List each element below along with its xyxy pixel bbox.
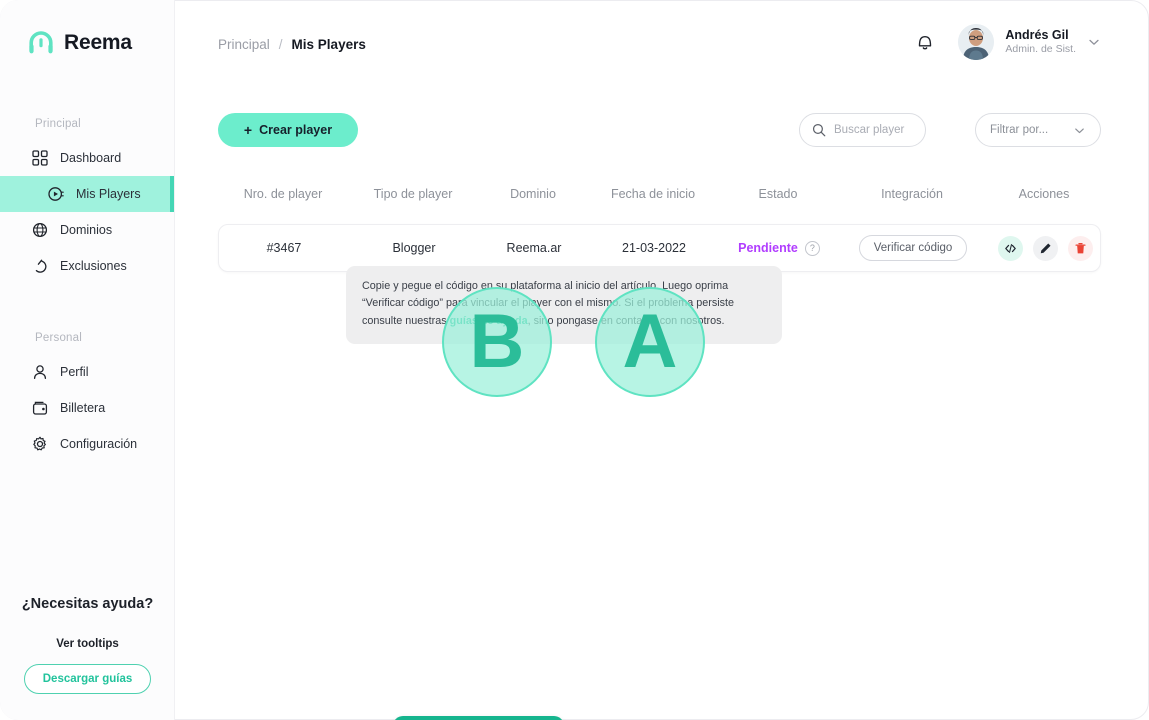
cell-fecha: 21-03-2022 xyxy=(622,241,686,255)
sidebar-item-dashboard[interactable]: Dashboard xyxy=(0,140,174,176)
filter-label: Filtrar por... xyxy=(990,124,1049,136)
cell-tipo: Blogger xyxy=(392,241,436,255)
headphone-arch-icon xyxy=(29,31,53,54)
sidebar-item-label: Dashboard xyxy=(60,151,122,165)
sidebar: Reema Principal Dashboard Mis Players Do… xyxy=(0,0,175,720)
sidebar-item-configuracion[interactable]: Configuración xyxy=(0,426,174,462)
help-title: ¿Necesitas ayuda? xyxy=(21,596,154,612)
app-root: Reema Principal Dashboard Mis Players Do… xyxy=(0,0,1149,720)
sidebar-item-label: Billetera xyxy=(60,401,106,415)
toolbar: + Crear player Filtrar por... xyxy=(218,113,1101,147)
sidebar-item-exclusiones[interactable]: Exclusiones xyxy=(0,248,174,284)
search-input[interactable] xyxy=(834,124,913,136)
question-mark-icon[interactable]: ? xyxy=(804,240,820,256)
play-circle-icon xyxy=(48,187,64,201)
filter-dropdown[interactable]: Filtrar por... xyxy=(975,113,1101,147)
search-icon xyxy=(812,123,826,137)
edit-button[interactable] xyxy=(1032,235,1058,261)
toast-notification: ✔ Player agregado xyxy=(393,716,564,720)
breadcrumb-separator: / xyxy=(278,37,283,52)
players-table: Nro. de player Tipo de player Dominio Fe… xyxy=(218,176,1101,272)
grid-icon xyxy=(32,150,48,166)
cell-integracion: Verificar código xyxy=(839,235,987,261)
help-block: ¿Necesitas ayuda? Ver tooltips Descargar… xyxy=(0,596,175,694)
wallet-icon xyxy=(32,401,48,415)
sidebar-item-dominios[interactable]: Dominios xyxy=(0,212,174,248)
globe-icon xyxy=(32,222,48,238)
delete-button[interactable] xyxy=(1067,235,1093,261)
nav-group-label-personal: Personal xyxy=(35,332,82,344)
bell-icon[interactable] xyxy=(914,31,936,53)
code-icon xyxy=(1004,243,1016,253)
sidebar-item-label: Dominios xyxy=(60,223,113,237)
verify-code-button[interactable]: Verificar código xyxy=(858,235,968,261)
chevron-down-icon[interactable] xyxy=(1087,35,1101,49)
breadcrumb-current: Mis Players xyxy=(291,37,366,52)
user-name: Andrés Gil xyxy=(1005,27,1069,42)
breadcrumb: Principal / Mis Players xyxy=(218,37,366,52)
user-icon xyxy=(33,365,47,380)
chevron-down-icon xyxy=(1075,127,1084,133)
sidebar-item-perfil[interactable]: Perfil xyxy=(0,354,174,390)
sidebar-item-billetera[interactable]: Billetera xyxy=(0,390,174,426)
header: Principal / Mis Players Andrés Gil Admin… xyxy=(175,0,1149,88)
column-header-nro: Nro. de player xyxy=(243,187,323,201)
integration-tooltip: Copie y pegue el código en su plataforma… xyxy=(346,266,782,345)
column-header-dominio: Dominio xyxy=(510,187,556,201)
gear-icon xyxy=(33,436,46,451)
sidebar-item-mis-players[interactable]: Mis Players xyxy=(0,176,174,212)
table-header-row: Nro. de player Tipo de player Dominio Fe… xyxy=(218,176,1101,212)
sidebar-item-label: Perfil xyxy=(60,365,89,379)
cell-dominio: Reema.ar xyxy=(506,241,562,255)
brand: Reema xyxy=(0,0,174,56)
column-header-fecha: Fecha de inicio xyxy=(610,187,696,201)
download-guides-button[interactable]: Descargar guías xyxy=(23,664,152,694)
sidebar-item-label: Exclusiones xyxy=(60,259,127,273)
sidebar-item-label: Mis Players xyxy=(76,187,141,201)
avatar xyxy=(958,24,995,60)
plus-icon: + xyxy=(243,122,253,138)
table-row[interactable]: #3467 Blogger Reema.ar 21-03-2022 Pendie… xyxy=(218,224,1101,272)
column-header-integracion: Integración xyxy=(881,187,943,201)
header-right: Andrés Gil Admin. de Sist. xyxy=(914,24,1101,60)
step-marker-b: B xyxy=(442,287,552,397)
status-badge: Pendiente xyxy=(738,241,798,255)
cell-nro: #3467 xyxy=(266,241,302,255)
user-menu[interactable]: Andrés Gil Admin. de Sist. xyxy=(958,24,1101,60)
brand-name: Reema xyxy=(64,31,132,54)
view-tooltips-link[interactable]: Ver tooltips xyxy=(0,638,175,650)
trash-icon xyxy=(1074,242,1086,253)
view-code-button[interactable] xyxy=(997,235,1023,261)
search-box[interactable] xyxy=(799,113,926,147)
main-content: + Crear player Filtrar por... Nro. de pl… xyxy=(175,88,1149,720)
create-player-button[interactable]: + Crear player xyxy=(218,113,358,147)
create-player-label: Crear player xyxy=(259,123,333,137)
pencil-icon xyxy=(1040,242,1051,253)
link-broken-icon xyxy=(35,259,47,273)
column-header-estado: Estado xyxy=(758,187,798,201)
cell-acciones xyxy=(987,235,1103,261)
user-meta: Andrés Gil Admin. de Sist. xyxy=(1005,28,1076,57)
step-marker-a: A xyxy=(595,287,705,397)
user-role: Admin. de Sist. xyxy=(1005,43,1076,56)
column-header-tipo: Tipo de player xyxy=(373,187,453,201)
cell-estado: Pendiente ? xyxy=(719,240,839,256)
nav-group-label-principal: Principal xyxy=(35,118,81,130)
column-header-acciones: Acciones xyxy=(1018,187,1070,201)
breadcrumb-parent[interactable]: Principal xyxy=(218,37,270,52)
sidebar-item-label: Configuración xyxy=(60,437,138,451)
